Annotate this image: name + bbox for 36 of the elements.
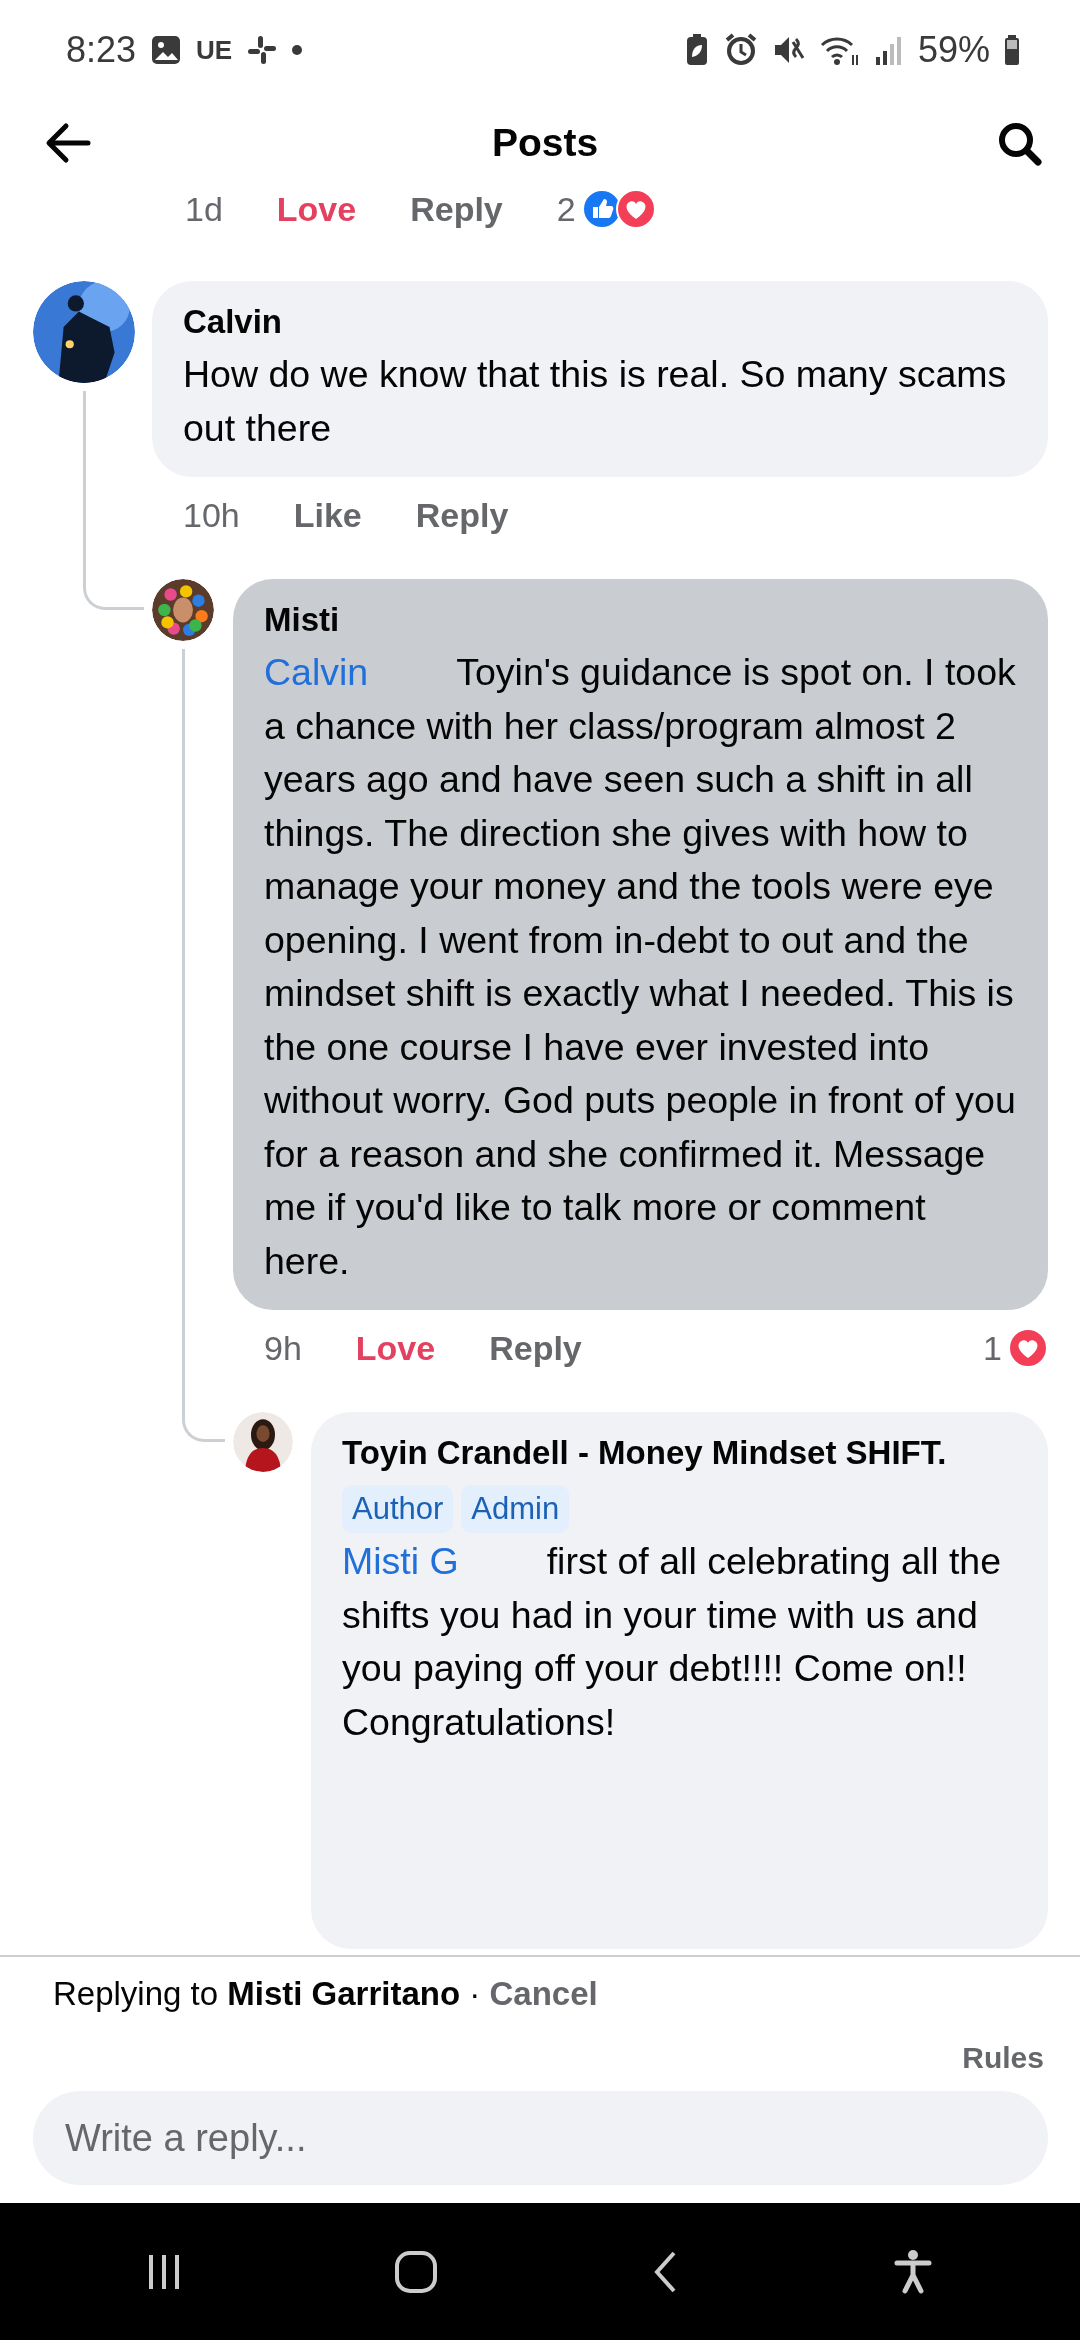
reply-input[interactable]: Write a reply... [33, 2091, 1048, 2185]
author-name: Calvin [183, 302, 284, 342]
alarm-icon [723, 33, 758, 67]
app-label: UE [196, 34, 233, 66]
role-badge: Author [342, 1485, 454, 1533]
dot-icon [292, 45, 303, 55]
image-icon [150, 34, 183, 66]
home-icon[interactable] [394, 2249, 439, 2294]
mention-link[interactable]: Misti G [342, 1540, 459, 1582]
role-badge: Admin [461, 1485, 570, 1533]
reply-button[interactable]: Reply [415, 495, 509, 535]
author-name: Toyin Crandell - Money Mindset SHIFT. [342, 1433, 948, 1473]
reaction-count: 2 [556, 189, 576, 229]
battery-percent: 59% [917, 29, 990, 71]
timestamp: 9h [264, 1328, 302, 1368]
cancel-link[interactable]: Cancel [489, 1975, 598, 2013]
page-title: Posts [490, 120, 600, 165]
timestamp: 10h [183, 495, 240, 535]
mention-link[interactable]: Calvin [264, 651, 369, 693]
comment-text: Calvin Toyin's guidance is spot on. I took a chance with her class/program almost 2 years ago and have seen such a shift in all things. The direction she gives with how to manage your money and the tools were eye opening. I went from in-debt to out and the mindset shift is exactly what I needed. This is the one course I have ever invested into without worry. God puts people in front of you for a reason and she confirmed it. Message me if you'd like to talk more or comment here. [264, 650, 1017, 1284]
timestamp: 1d [185, 189, 223, 229]
rules-link[interactable]: Rules [962, 2041, 1044, 2075]
battery-icon [1004, 35, 1020, 65]
replying-to-text: Replying to Misti Garritano · [53, 1975, 481, 2012]
react-button[interactable]: Like [293, 495, 362, 535]
reply-button[interactable]: Reply [410, 189, 503, 229]
clock: 8:23 [66, 29, 137, 71]
author-name: Misti [264, 600, 341, 640]
react-button[interactable]: Love [276, 189, 357, 229]
comment-text: How do we know that this is real. So many scams out there [183, 352, 1008, 451]
accessibility-icon[interactable] [893, 2248, 934, 2295]
reaction-count: 1 [983, 1328, 1002, 1368]
comment-text: Misti G first of all celebrating all the shifts you had in your time with us and you paying off your debt!!!! Come on!! Congratulations! [342, 1539, 1003, 1745]
react-button[interactable]: Love [355, 1328, 436, 1368]
slack-icon [246, 34, 279, 66]
reply-button[interactable]: Reply [489, 1328, 582, 1368]
